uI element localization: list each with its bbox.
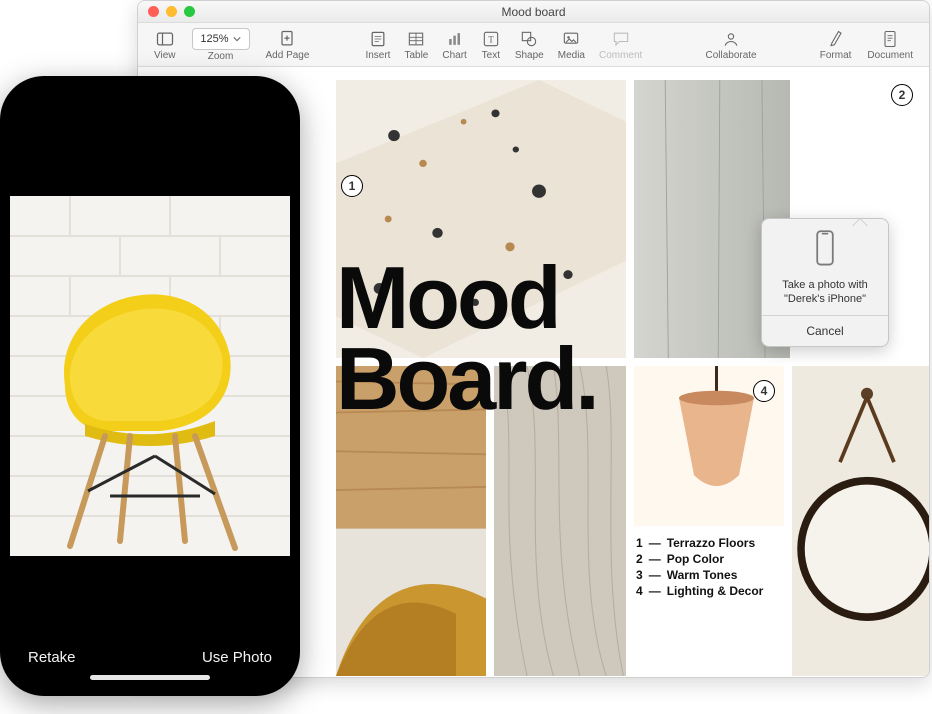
chart-icon [445,29,465,49]
legend-row-1: 1—Terrazzo Floors [636,536,763,550]
table-icon [406,29,426,49]
table-label: Table [404,50,428,61]
legend-row-2: 2—Pop Color [636,552,763,566]
insert-icon [368,29,388,49]
table-button[interactable]: Table [398,29,434,61]
home-indicator[interactable] [90,675,210,680]
iphone-notch [80,86,220,112]
media-label: Media [558,50,585,61]
format-button[interactable]: Format [814,29,858,61]
use-photo-button[interactable]: Use Photo [202,649,272,666]
view-button[interactable]: View [148,29,182,61]
media-icon [561,29,581,49]
zoom-value: 125% [200,33,228,45]
collaborate-label: Collaborate [705,50,756,61]
zoom-button[interactable]: 125% Zoom [186,28,256,62]
view-icon [155,29,175,49]
minimize-window-button[interactable] [166,6,177,17]
insert-label: Insert [365,50,390,61]
iphone-screen: Retake Use Photo [10,86,290,686]
legend-row-3: 3—Warm Tones [636,568,763,582]
comment-icon [611,29,631,49]
document-button[interactable]: Document [861,29,919,61]
chart-button[interactable]: Chart [436,29,472,61]
headline-l2: Board. [336,339,597,420]
image-mirror[interactable] [792,366,930,676]
chevron-down-icon [233,35,241,43]
retake-button[interactable]: Retake [28,649,76,666]
legend: 1—Terrazzo Floors 2—Pop Color 3—Warm Ton… [636,534,763,600]
insert-button[interactable]: Insert [359,29,396,61]
shape-icon [519,29,539,49]
popover-cancel-button[interactable]: Cancel [762,315,888,346]
photo-preview [10,196,290,556]
chart-label: Chart [442,50,466,61]
collaborate-button[interactable]: Collaborate [699,29,762,61]
zoom-label: Zoom [208,51,234,62]
document-label: Document [867,50,913,61]
view-label: View [154,50,176,61]
media-button[interactable]: Media [552,29,591,61]
badge-4: 4 [753,380,775,402]
comment-label: Comment [599,50,642,61]
add-page-icon [277,29,297,49]
toolbar: View 125% Zoom Add Page Insert Table [138,23,929,67]
close-window-button[interactable] [148,6,159,17]
iphone-icon [811,229,839,269]
collaborate-icon [721,29,741,49]
text-label: Text [482,50,500,61]
add-page-button[interactable]: Add Page [260,29,316,61]
text-icon: T [481,29,501,49]
svg-text:T: T [488,34,494,44]
zoom-window-button[interactable] [184,6,195,17]
shape-button[interactable]: Shape [509,29,550,61]
legend-row-4: 4—Lighting & Decor [636,584,763,598]
titlebar[interactable]: Mood board [138,1,929,23]
headline-l1: Mood [336,258,597,339]
continuity-popover: Take a photo with "Derek's iPhone" Cance… [761,218,889,347]
badge-1: 1 [341,175,363,197]
document-icon [880,29,900,49]
format-label: Format [820,50,852,61]
popover-l2: "Derek's iPhone" [784,293,866,305]
format-icon [826,29,846,49]
iphone-device: Retake Use Photo [0,76,300,696]
text-button[interactable]: T Text [475,29,507,61]
shape-label: Shape [515,50,544,61]
window-title: Mood board [138,5,929,19]
headline: Mood Board. [336,258,597,420]
add-page-label: Add Page [266,50,310,61]
badge-2: 2 [891,84,913,106]
comment-button[interactable]: Comment [593,29,648,61]
popover-l1: Take a photo with [782,279,868,291]
